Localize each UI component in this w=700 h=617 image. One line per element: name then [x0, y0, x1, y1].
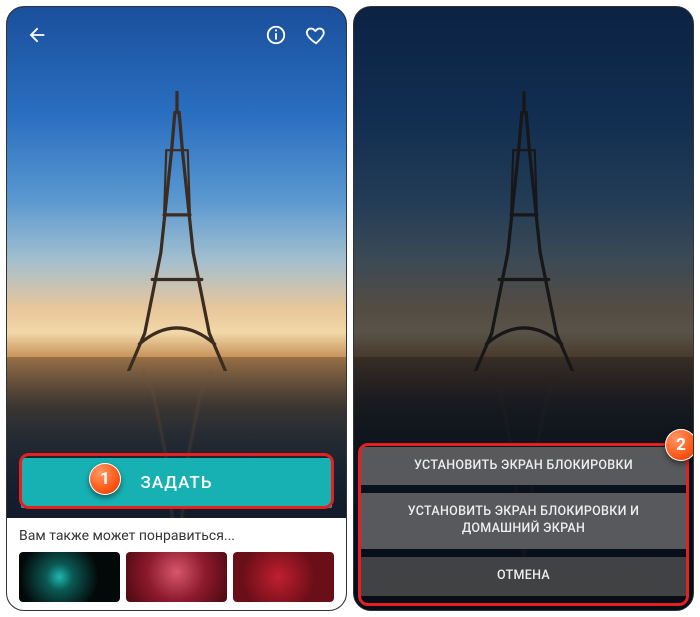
cancel-button[interactable]: ОТМЕНА [360, 557, 687, 596]
favorite-button[interactable] [296, 15, 336, 55]
right-screenshot: УСТАНОВИТЬ ЭКРАН БЛОКИРОВКИ УСТАНОВИТЬ Э… [353, 6, 694, 611]
annotation-step-2: 2 [665, 429, 694, 461]
set-lockscreen-and-home-button[interactable]: УСТАНОВИТЬ ЭКРАН БЛОКИРОВКИ И ДОМАШНИЙ Э… [360, 493, 687, 549]
top-bar [7, 7, 346, 63]
recommendations-title: Вам также может понравиться... [19, 528, 334, 544]
info-button[interactable] [256, 15, 296, 55]
recommendation-thumb[interactable] [233, 552, 334, 602]
recommendations-panel: Вам также может понравиться... [7, 518, 346, 610]
action-sheet: УСТАНОВИТЬ ЭКРАН БЛОКИРОВКИ УСТАНОВИТЬ Э… [354, 447, 693, 611]
recommendation-thumb[interactable] [126, 552, 227, 602]
left-screenshot: ЗАДАТЬ Вам также может понравиться... 1 [6, 6, 347, 611]
set-wallpaper-button[interactable]: ЗАДАТЬ [21, 458, 332, 508]
recommendation-thumb[interactable] [19, 552, 120, 602]
annotation-step-1: 1 [89, 463, 121, 495]
bottom-panel: ЗАДАТЬ Вам также может понравиться... [7, 458, 346, 610]
back-button[interactable] [17, 15, 57, 55]
recommendation-thumbnails [19, 552, 334, 602]
set-lockscreen-button[interactable]: УСТАНОВИТЬ ЭКРАН БЛОКИРОВКИ [360, 447, 687, 486]
